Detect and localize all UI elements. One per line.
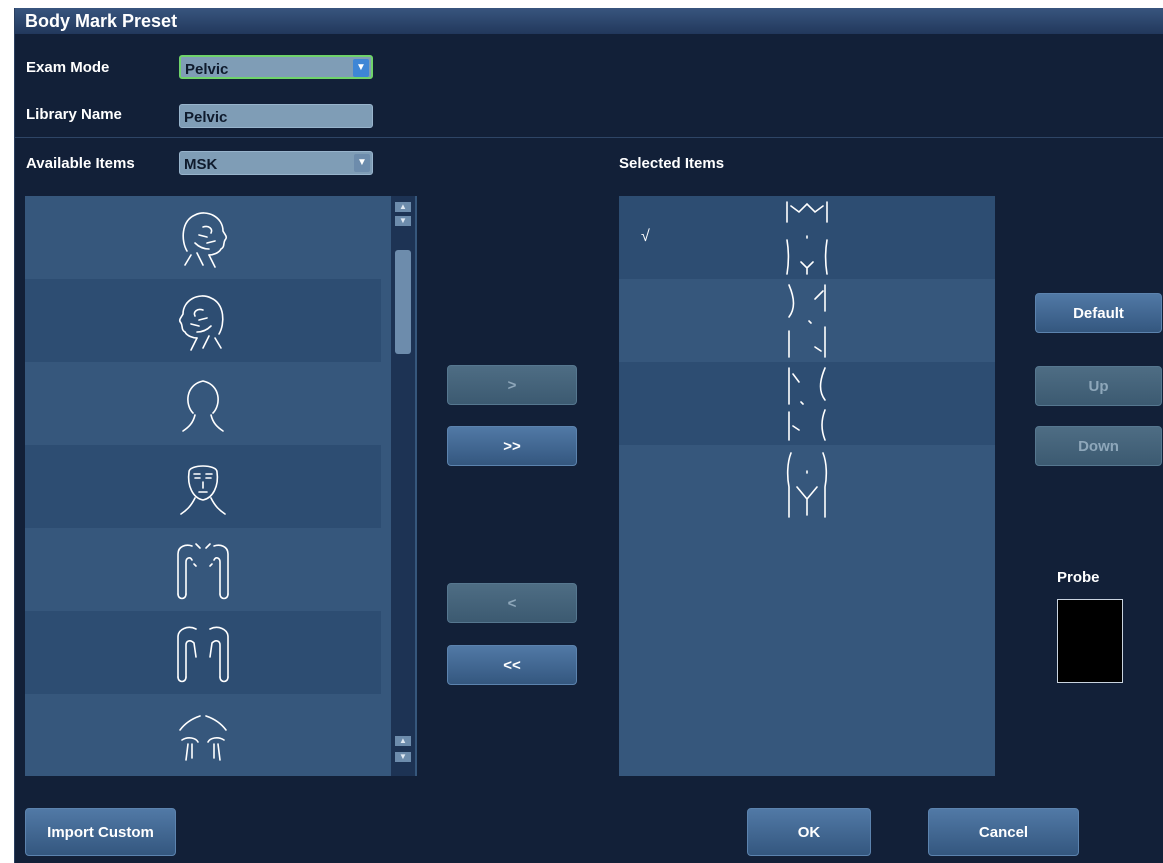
exam-mode-value: Pelvic [185,61,229,78]
shoulders-arms-back-icon [177,626,229,682]
list-item[interactable]: √ [619,196,995,279]
list-item[interactable] [619,445,995,528]
selected-check-mark: √ [641,228,650,245]
list-item[interactable] [25,611,381,694]
probe-label: Probe [1057,569,1100,586]
list-item[interactable] [25,694,381,776]
available-items-scrollbar[interactable]: ▲ ▼ ▲ ▼ [391,196,415,776]
probe-preview [1057,599,1123,683]
list-item[interactable] [25,445,381,528]
page-down-icon[interactable]: ▲ [395,736,411,746]
dropdown-arrow-icon[interactable]: ▼ [354,154,370,172]
chest-shoulders-icon [179,714,227,761]
selected-items-list[interactable]: √ [619,196,995,776]
list-item[interactable] [25,196,381,279]
pelvis-torso-body-mark-1-icon [786,200,828,275]
import-custom-button[interactable]: Import Custom [25,808,176,856]
add-item-button[interactable]: > [447,365,577,405]
ok-button[interactable]: OK [747,808,871,856]
up-button[interactable]: Up [1035,366,1162,406]
list-item[interactable] [25,528,381,611]
exam-mode-dropdown[interactable]: Pelvic ▼ [179,55,373,79]
list-item[interactable] [619,362,995,445]
available-items-category-value: MSK [184,156,218,173]
exam-mode-label: Exam Mode [26,59,110,76]
pelvis-torso-body-mark-2-icon [788,283,826,358]
scrollbar-thumb[interactable] [395,250,411,354]
library-name-label: Library Name [26,106,122,123]
remove-item-button[interactable]: < [447,583,577,623]
cancel-button[interactable]: Cancel [928,808,1079,856]
default-button[interactable]: Default [1035,293,1162,333]
head-back-view-icon [182,379,224,432]
page-up-icon[interactable]: ▼ [395,216,411,226]
list-item[interactable] [619,279,995,362]
library-name-input[interactable]: Pelvic [179,104,373,128]
available-items-category-dropdown[interactable]: MSK ▼ [179,151,373,175]
scroll-up-icon[interactable]: ▲ [395,202,411,212]
available-items-label: Available Items [26,155,135,172]
add-all-items-button[interactable]: >> [447,426,577,466]
scroll-down-icon[interactable]: ▼ [395,752,411,762]
pelvis-lower-body-mark-icon [786,451,828,518]
shoulders-arms-front-icon [177,542,229,599]
title-bar: Body Mark Preset [15,8,1163,34]
pelvis-torso-body-mark-3-icon [788,366,826,441]
section-divider [15,137,1163,138]
available-items-list[interactable]: ▲ ▼ ▲ ▼ [25,196,417,776]
body-mark-preset-dialog: Body Mark Preset Exam Mode Pelvic ▼ Libr… [14,8,1163,863]
list-item[interactable] [25,279,381,362]
remove-all-items-button[interactable]: << [447,645,577,685]
down-button[interactable]: Down [1035,426,1162,466]
head-side-view-icon [182,211,228,268]
head-side-view-alt-icon [178,294,224,351]
selected-items-label: Selected Items [619,155,725,172]
dialog-title: Body Mark Preset [25,11,178,31]
dropdown-arrow-icon[interactable]: ▼ [353,59,369,77]
list-item[interactable] [25,362,381,445]
face-front-view-icon [180,464,226,515]
library-name-value: Pelvic [184,109,228,126]
